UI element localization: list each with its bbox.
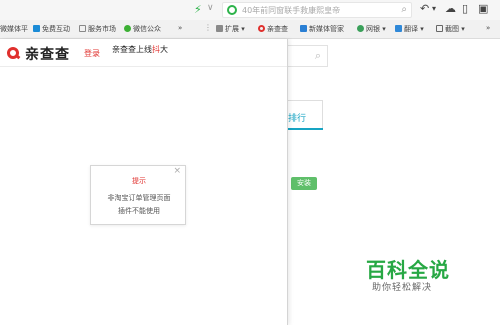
brand-name: 亲查查 (25, 47, 70, 63)
extension-qinchacha[interactable]: 亲查查 (258, 24, 288, 34)
bookmarks-bar: 微媒体平 免费互动 服务市场 微信公众 » ⋮ 扩展 ▾ 亲查查 新媒体管家 网… (0, 20, 500, 39)
extension-popup: 亲查查 登录 亲查查上线抖大 × 提示 非淘宝订单管理页面 插件不能使用 (0, 39, 288, 325)
tab-underline (288, 128, 323, 130)
translate-icon (395, 25, 402, 32)
extensions-button[interactable]: 扩展 ▾ (216, 24, 245, 34)
search-icon[interactable]: ⌕ (315, 49, 321, 63)
promo-text[interactable]: 亲查查上线抖大 (112, 44, 168, 55)
extension-media-manager[interactable]: 新媒体管家 (300, 24, 344, 34)
address-strip: ⚡ ∨ 40年前同窗联手救康熙皇帝 ⌕ ↶ ▾ ☁ ▯ ▣ (0, 0, 500, 20)
close-icon[interactable]: × (173, 166, 181, 176)
chevron-down-icon[interactable]: ▾ (432, 4, 436, 13)
search-icon[interactable]: ⌕ (401, 4, 407, 15)
phone-icon[interactable]: ▯ (462, 2, 468, 15)
page-icon (79, 25, 86, 32)
watermark-title: 百科全说 (366, 258, 450, 282)
bookmark-icon (33, 25, 40, 32)
extension-translate[interactable]: 翻译 ▾ (395, 24, 424, 34)
address-bar[interactable]: 40年前同窗联手救康熙皇帝 ⌕ (222, 2, 412, 18)
notice-dialog: × 提示 非淘宝订单管理页面 插件不能使用 (90, 165, 186, 225)
extension-bank[interactable]: 网银 ▾ (357, 24, 386, 34)
bookmark-item[interactable]: 微媒体平 (0, 24, 28, 34)
grid-icon (216, 25, 223, 32)
qinchacha-logo-icon (7, 47, 19, 59)
bookmarks-overflow[interactable]: » (178, 24, 182, 32)
cloud-icon[interactable]: ☁ (445, 2, 456, 15)
address-text[interactable]: 40年前同窗联手救康熙皇帝 (242, 5, 340, 16)
wechat-icon (124, 25, 131, 32)
shield-icon (357, 25, 364, 32)
bookmark-item[interactable]: 微信公众 (124, 24, 161, 34)
bookmarks-overflow[interactable]: » (486, 24, 490, 32)
page-search-box[interactable]: ⌕ (288, 45, 328, 67)
lightning-icon[interactable]: ⚡ (194, 3, 202, 16)
search-engine-icon (227, 5, 237, 15)
extension-screenshot[interactable]: 截图 ▾ (436, 24, 465, 34)
p-icon (300, 25, 307, 32)
scissors-icon (436, 25, 443, 32)
tab-rank[interactable]: 排行 (288, 100, 323, 130)
bookmark-item[interactable]: 免费互动 (33, 24, 70, 34)
undo-icon[interactable]: ↶ (420, 2, 429, 15)
install-button[interactable]: 安装 (291, 177, 317, 190)
popup-header: 亲查查 登录 亲查查上线抖大 (0, 39, 287, 67)
dialog-message-line: 非淘宝订单管理页面 (107, 194, 171, 202)
dialog-title: 提示 (132, 177, 146, 185)
chevron-down-icon[interactable]: ∨ (207, 3, 214, 13)
dialog-message-line: 插件不能使用 (118, 207, 160, 215)
login-link[interactable]: 登录 (84, 48, 100, 59)
separator: ⋮ (204, 23, 212, 32)
watermark-subtitle: 助你轻松解决 (372, 283, 433, 293)
gift-icon[interactable]: ▣ (478, 2, 488, 15)
qinchacha-icon (258, 25, 265, 32)
bookmark-item[interactable]: 服务市场 (79, 24, 116, 34)
tab-rank-label: 排行 (288, 114, 307, 124)
